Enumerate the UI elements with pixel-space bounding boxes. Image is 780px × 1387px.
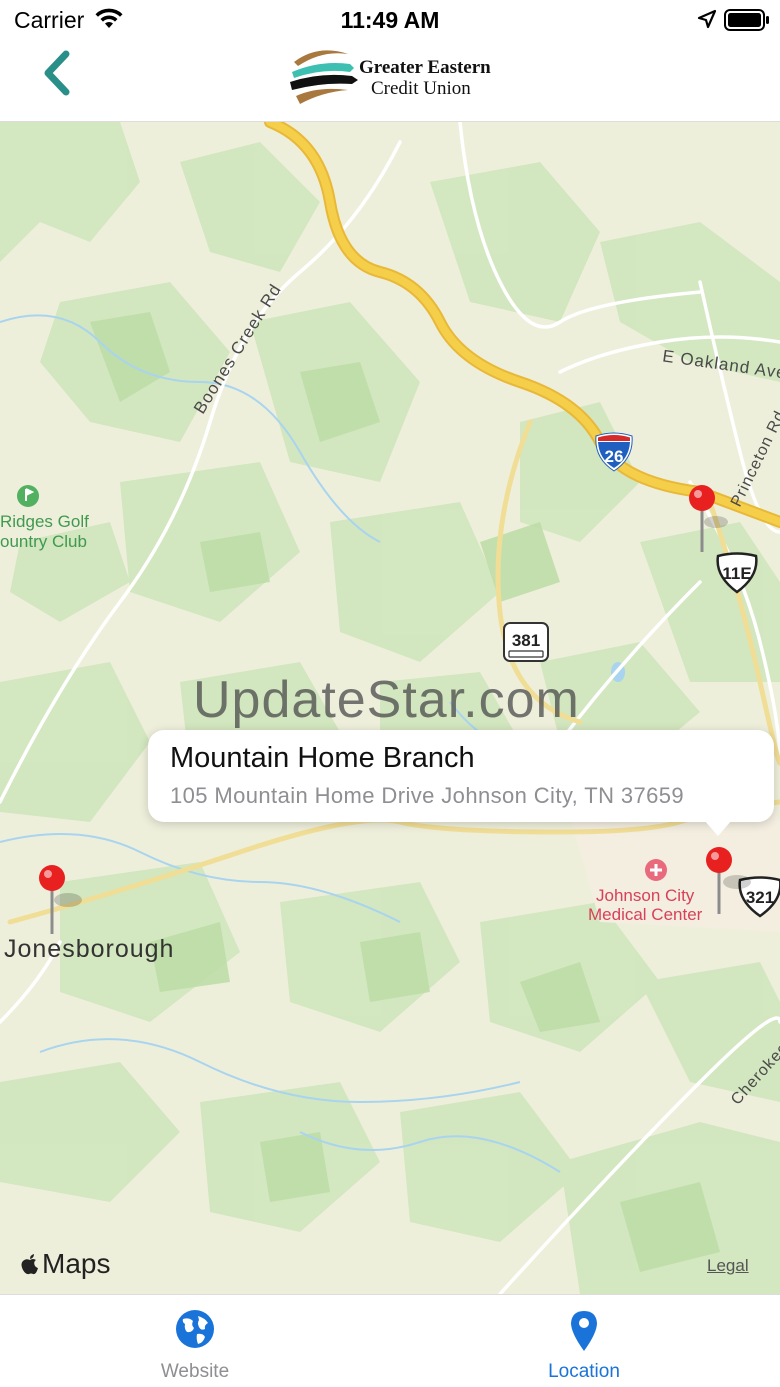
tab-website-label: Website [160, 1361, 230, 1382]
chevron-left-icon [44, 50, 70, 96]
map-pin-icon [706, 847, 751, 914]
city-label-jonesborough: Jonesborough [4, 935, 175, 963]
map-view[interactable]: Boones Creek Rd E Oakland Ave Princeton … [0, 122, 780, 1294]
back-button[interactable] [36, 48, 80, 98]
golf-icon [17, 485, 39, 507]
tab-website[interactable]: Website [95, 1295, 295, 1387]
interstate-shield: 26 [593, 430, 635, 477]
legal-link[interactable]: Legal [707, 1256, 749, 1276]
map-pin-icon [689, 485, 728, 552]
tab-bar: Website Location [0, 1294, 780, 1387]
state-route-number: 381 [512, 631, 540, 650]
navigation-bar: Greater Eastern Credit Union [0, 40, 780, 122]
poi-label-medical-center: Johnson City Medical Center [588, 886, 703, 924]
battery-icon [724, 9, 770, 36]
tab-location-label: Location [548, 1361, 620, 1382]
watermark-text: UpdateStar.com [193, 671, 580, 729]
branch-pin-mountain-home[interactable] [703, 846, 753, 923]
globe-icon [176, 1310, 214, 1348]
hospital-icon [645, 859, 667, 881]
map-pin-icon [39, 865, 82, 934]
brand-name-line2: Credit Union [371, 78, 471, 99]
us-route-11e-number: 11E [722, 564, 751, 583]
brand-logo: Greater Eastern Credit Union [288, 46, 498, 110]
apple-logo-icon [21, 1254, 38, 1275]
state-route-shield: 381 [503, 622, 549, 667]
poi-label-golf-club: Ridges Golf ountry Club [0, 512, 89, 551]
maps-attribution-text: Maps [42, 1248, 111, 1279]
tab-location[interactable]: Location [484, 1295, 684, 1387]
branch-name: Mountain Home Branch [170, 742, 475, 774]
location-arrow-icon [697, 9, 717, 34]
status-time: 11:49 AM [340, 7, 440, 33]
status-bar: Carrier 11:49 AM [0, 0, 780, 40]
interstate-number: 26 [605, 447, 624, 466]
branch-pin-northeast[interactable] [686, 484, 730, 561]
credit-union-logo-mark-icon [290, 50, 358, 104]
branch-callout[interactable]: Mountain Home Branch 105 Mountain Home D… [148, 730, 774, 836]
map-pin-icon [571, 1311, 597, 1351]
brand-name-line1: Greater Eastern [359, 57, 491, 78]
callout-tail [704, 820, 732, 836]
branch-pin-jonesborough[interactable] [36, 864, 86, 941]
branch-address: 105 Mountain Home Drive Johnson City, TN… [170, 783, 685, 808]
